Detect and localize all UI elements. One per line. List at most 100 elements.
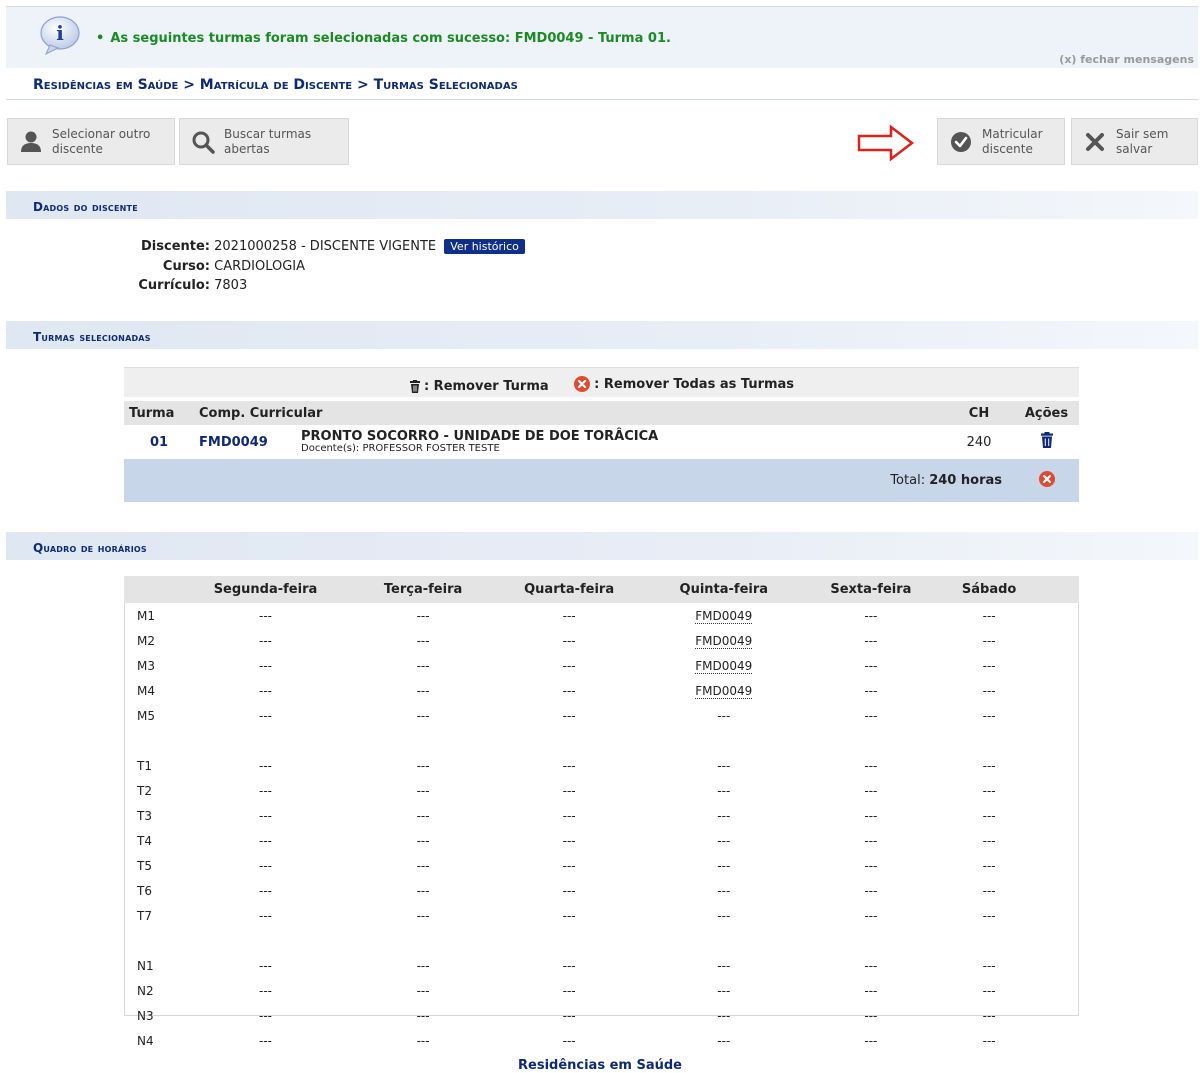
schedule-cell: --- (416, 608, 430, 623)
svg-text:i: i (56, 21, 64, 45)
schedule-row-end (1037, 603, 1079, 628)
schedule-class-link[interactable]: FMD0049 (695, 683, 753, 699)
schedule-cell: --- (982, 758, 996, 773)
exit-without-saving-label: Sair sem salvar (1116, 126, 1169, 156)
schedule-row: N4 --- --- --- --- --- --- (124, 1028, 1079, 1053)
schedule-cell: --- (258, 608, 272, 623)
schedule-row: M5 --- --- --- --- --- --- (124, 703, 1079, 728)
schedule-cell: --- (717, 1008, 731, 1023)
time-slot-label: T2 (137, 783, 152, 798)
schedule-cell (941, 928, 1037, 953)
schedule-cell: --- (416, 758, 430, 773)
schedule-row-end (1037, 803, 1079, 828)
schedule-cell: --- (982, 683, 996, 698)
time-slot-label: M1 (137, 608, 155, 623)
schedule-table: Segunda-feira Terça-feira Quarta-feira Quin… (124, 576, 1079, 1053)
search-icon (192, 131, 215, 154)
time-slot-label: M3 (137, 658, 155, 673)
schedule-row-end (1037, 828, 1079, 853)
schedule-cell: --- (258, 658, 272, 673)
component-name: PRONTO SOCORRO - UNIDADE DE DOE TORÂCICA (301, 429, 659, 444)
schedule-row: N1 --- --- --- --- --- --- (124, 953, 1079, 978)
component-code-link[interactable]: FMD0049 (199, 435, 268, 450)
schedule-cell: --- (982, 1008, 996, 1023)
schedule-cell: --- (258, 858, 272, 873)
schedule-row: T7 --- --- --- --- --- --- (124, 903, 1079, 928)
schedule-cell: FMD0049 (647, 603, 800, 628)
time-slot-label: T7 (137, 908, 152, 923)
student-row: Discente: 2021000258 - DISCENTE VIGENTE … (60, 239, 525, 254)
schedule-cell: --- (864, 858, 878, 873)
course-value: CARDIOLOGIA (214, 259, 306, 274)
close-x-icon (1086, 132, 1104, 151)
schedule-cell (801, 728, 942, 753)
curriculum-row: Currículo: 7803 (60, 278, 247, 293)
schedule-row: M4 --- --- --- FMD0049 --- --- (124, 678, 1079, 703)
component-teachers: Docente(s): PROFESSOR FOSTER TESTE (301, 443, 500, 454)
day-header: Quinta-feira (647, 576, 801, 603)
schedule-cell: --- (258, 883, 272, 898)
schedule-cell: --- (982, 808, 996, 823)
schedule-cell: --- (864, 1008, 878, 1023)
schedule-gap-row (124, 928, 1079, 953)
time-slot-label (124, 928, 176, 953)
schedule-cell: --- (982, 658, 996, 673)
remove-circle-icon[interactable] (1038, 470, 1056, 488)
section-header-student: Dados do discente (6, 191, 1198, 219)
schedule-cell: --- (982, 958, 996, 973)
time-slot-label: N4 (137, 1033, 154, 1048)
schedule-cell: --- (982, 1033, 996, 1048)
schedule-cell: --- (416, 858, 430, 873)
schedule-class-link[interactable]: FMD0049 (695, 608, 753, 624)
schedule-class-link[interactable]: FMD0049 (695, 633, 753, 649)
schedule-cell: --- (864, 1033, 878, 1048)
time-slot-label: T5 (137, 858, 152, 873)
trash-icon (409, 380, 420, 393)
close-messages-link[interactable]: (x) fechar mensagens (1059, 53, 1194, 66)
arrow-right-icon (857, 124, 915, 162)
schedule-cell: --- (258, 783, 272, 798)
schedule-cell: --- (416, 833, 430, 848)
schedule-row: T1 --- --- --- --- --- --- (124, 753, 1079, 778)
schedule-row: N3 --- --- --- --- --- --- (124, 1003, 1079, 1028)
enroll-student-button[interactable]: Matricular discente (937, 118, 1065, 165)
schedule-cell: --- (864, 708, 878, 723)
time-slot-label: M2 (137, 633, 155, 648)
schedule-cell: --- (864, 758, 878, 773)
schedule-row-end (1037, 978, 1079, 1003)
schedule-cell: --- (562, 883, 576, 898)
schedule-cell (801, 928, 942, 953)
schedule-row-end (1037, 1028, 1079, 1053)
schedule-corner-right (1037, 576, 1079, 603)
schedule-cell: --- (864, 633, 878, 648)
schedule-cell: --- (864, 983, 878, 998)
class-number-link[interactable]: 01 (150, 435, 168, 450)
search-open-classes-button[interactable]: Buscar turmas abertas (179, 118, 349, 165)
schedule-cell: --- (717, 833, 731, 848)
schedule-cell: --- (717, 808, 731, 823)
view-history-button[interactable]: Ver histórico (444, 239, 525, 254)
user-icon (21, 131, 41, 152)
schedule-cell: --- (982, 708, 996, 723)
schedule-cell: --- (416, 883, 430, 898)
exit-without-saving-button[interactable]: Sair sem salvar (1071, 118, 1198, 165)
trash-icon[interactable] (1040, 432, 1054, 448)
schedule-cell: --- (982, 783, 996, 798)
schedule-cell: --- (982, 858, 996, 873)
class-hours: 240 (966, 434, 992, 450)
schedule-row-end (1037, 778, 1079, 803)
section-header-schedule: Quadro de horários (6, 532, 1198, 560)
schedule-cell: --- (562, 908, 576, 923)
schedule-cell: --- (562, 858, 576, 873)
schedule-cell: --- (562, 658, 576, 673)
success-message: • As seguintes turmas foram selecionadas … (96, 31, 671, 46)
schedule-cell: --- (864, 683, 878, 698)
select-other-student-button[interactable]: Selecionar outro discente (7, 118, 175, 165)
total-label: Total: (890, 473, 926, 488)
schedule-cell (941, 728, 1037, 753)
schedule-cell: --- (416, 983, 430, 998)
schedule-cell: --- (717, 1033, 731, 1048)
schedule-cell: FMD0049 (647, 628, 800, 653)
schedule-class-link[interactable]: FMD0049 (695, 658, 753, 674)
schedule-cell: --- (562, 633, 576, 648)
